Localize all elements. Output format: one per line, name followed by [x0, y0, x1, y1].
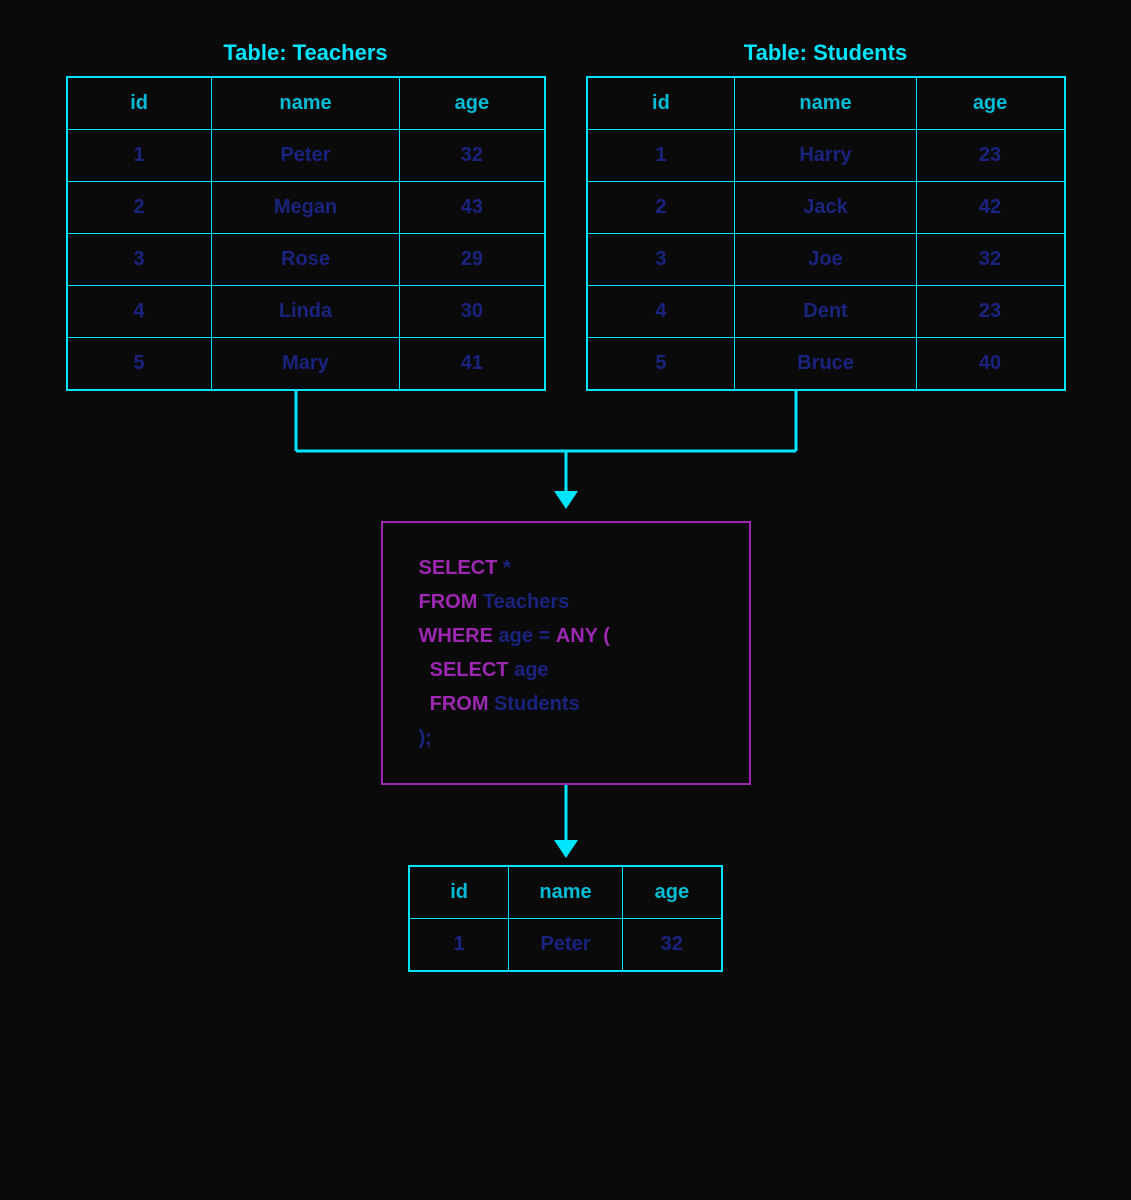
table-row: 3Joe32 [587, 234, 1065, 286]
sql-line4: SELECT age [419, 653, 713, 687]
table-cell: Linda [211, 286, 400, 338]
sql-line6: ); [419, 721, 713, 755]
students-table: id name age 1Harry232Jack423Joe324Dent23… [586, 76, 1066, 391]
table-cell: 40 [916, 338, 1064, 391]
result-col-age: age [622, 866, 722, 919]
table-cell: 5 [587, 338, 735, 391]
table-cell: 3 [587, 234, 735, 286]
table-cell: 1 [67, 130, 212, 182]
table-cell: 42 [916, 182, 1064, 234]
sql-code: SELECT * FROM Teachers WHERE age = ANY (… [419, 551, 713, 755]
table-row: 5Mary41 [67, 338, 545, 391]
students-section: Table: Students id name age 1Harry232Jac… [586, 40, 1066, 391]
students-col-id: id [587, 77, 735, 130]
table-row: 2Jack42 [587, 182, 1065, 234]
result-section: id name age 1Peter32 [408, 865, 723, 972]
teachers-section: Table: Teachers id name age 1Peter322Meg… [66, 40, 546, 391]
table-cell: 23 [916, 286, 1064, 338]
connector-svg [66, 391, 1066, 521]
table-cell: 2 [67, 182, 212, 234]
table-cell: 1 [409, 919, 509, 972]
kw-where: WHERE [419, 625, 493, 647]
table-cell: 23 [916, 130, 1064, 182]
table-cell: 4 [67, 286, 212, 338]
result-table: id name age 1Peter32 [408, 865, 723, 972]
table-cell: 4 [587, 286, 735, 338]
table-cell: Peter [509, 919, 622, 972]
table-row: 1Peter32 [67, 130, 545, 182]
bottom-connector [66, 785, 1066, 865]
table-row: 2Megan43 [67, 182, 545, 234]
teachers-header-row: id name age [67, 77, 545, 130]
table-cell: 32 [400, 130, 545, 182]
table-cell: Megan [211, 182, 400, 234]
kw-any: ANY ( [556, 625, 610, 647]
top-connector [66, 391, 1066, 521]
students-col-name: name [735, 77, 916, 130]
main-container: Table: Teachers id name age 1Peter322Meg… [66, 40, 1066, 972]
result-header-row: id name age [409, 866, 722, 919]
table-cell: Rose [211, 234, 400, 286]
teachers-col-name: name [211, 77, 400, 130]
teachers-table: id name age 1Peter322Megan433Rose294Lind… [66, 76, 546, 391]
sql-box: SELECT * FROM Teachers WHERE age = ANY (… [381, 521, 751, 785]
table-row: 1Harry23 [587, 130, 1065, 182]
teachers-title: Table: Teachers [223, 40, 387, 66]
result-col-name: name [509, 866, 622, 919]
table-cell: 30 [400, 286, 545, 338]
teachers-col-id: id [67, 77, 212, 130]
table-cell: Joe [735, 234, 916, 286]
teachers-col-age: age [400, 77, 545, 130]
students-header-row: id name age [587, 77, 1065, 130]
table-row: 3Rose29 [67, 234, 545, 286]
kw-select1: SELECT [419, 557, 498, 579]
table-cell: 2 [587, 182, 735, 234]
table-cell: 41 [400, 338, 545, 391]
kw-select2: SELECT [419, 659, 509, 681]
table-row: 4Dent23 [587, 286, 1065, 338]
table-cell: Bruce [735, 338, 916, 391]
table-cell: 29 [400, 234, 545, 286]
table-cell: Mary [211, 338, 400, 391]
students-title: Table: Students [744, 40, 907, 66]
sql-line5: FROM Students [419, 687, 713, 721]
table-cell: 1 [587, 130, 735, 182]
kw-from1: FROM [419, 591, 478, 613]
kw-from2: FROM [419, 693, 489, 715]
table-row: 5Bruce40 [587, 338, 1065, 391]
sql-line2: FROM Teachers [419, 585, 713, 619]
sql-line3: WHERE age = ANY ( [419, 619, 713, 653]
table-cell: 43 [400, 182, 545, 234]
students-col-age: age [916, 77, 1064, 130]
table-cell: Dent [735, 286, 916, 338]
table-cell: 5 [67, 338, 212, 391]
table-cell: Jack [735, 182, 916, 234]
result-col-id: id [409, 866, 509, 919]
table-cell: Peter [211, 130, 400, 182]
table-row: 1Peter32 [409, 919, 722, 972]
table-cell: 32 [916, 234, 1064, 286]
table-cell: 32 [622, 919, 722, 972]
table-row: 4Linda30 [67, 286, 545, 338]
table-cell: 3 [67, 234, 212, 286]
sql-line1: SELECT * [419, 551, 713, 585]
table-cell: Harry [735, 130, 916, 182]
tables-row: Table: Teachers id name age 1Peter322Meg… [66, 40, 1066, 391]
bottom-connector-svg [516, 785, 616, 865]
